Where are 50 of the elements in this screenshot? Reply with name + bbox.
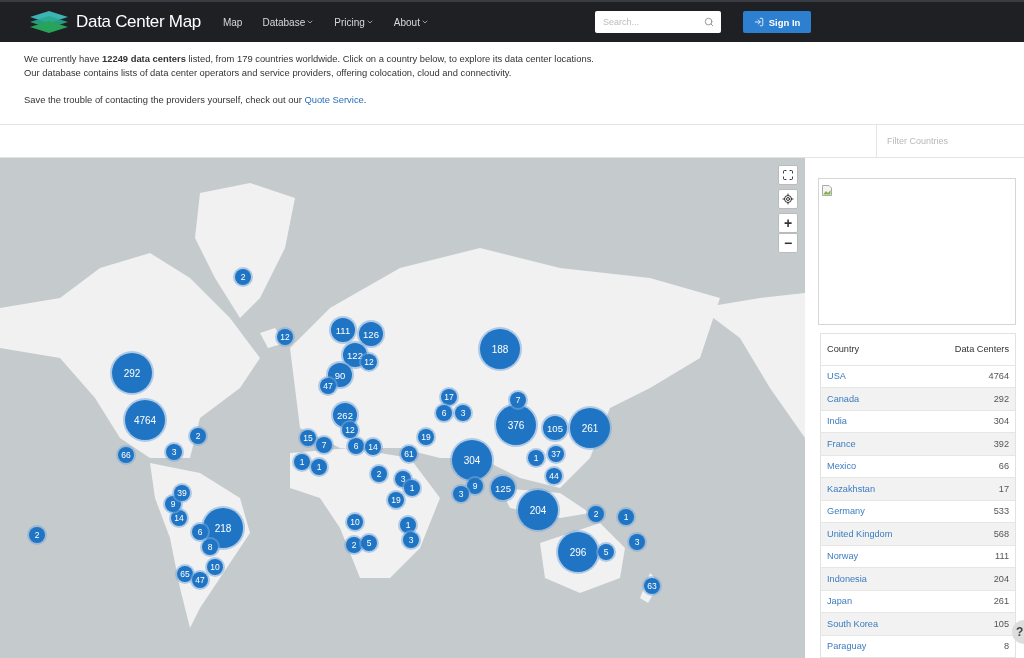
count-cell: 4764 [988, 371, 1009, 382]
intro-text: Our database contains lists of data center operators and service providers, offering colocation, cloud and connectivity. [24, 66, 513, 80]
fullscreen-button[interactable] [778, 165, 798, 185]
count-cell: 66 [998, 461, 1009, 472]
country-link[interactable]: USA [827, 371, 846, 382]
count-cell: 392 [993, 438, 1009, 449]
cluster-marker[interactable]: 9 [467, 478, 483, 494]
count-cell: 204 [993, 573, 1009, 584]
crosshair-icon [782, 193, 794, 205]
country-link[interactable]: Kazakhstan [827, 483, 875, 494]
sign-in-icon [753, 17, 764, 27]
intro-text: We currently have 12249 data centers listed, from 179 countries worldwide. Click on a country below, to explore its data center locations. [24, 52, 595, 66]
country-link[interactable]: South Korea [827, 618, 879, 629]
count-cell: 304 [993, 416, 1009, 427]
nav-link[interactable]: Map [222, 16, 243, 28]
country-link[interactable]: Norway [827, 551, 859, 562]
sign-in-button[interactable]: Sign In [743, 11, 811, 33]
country-link[interactable]: France [827, 438, 856, 449]
zoom-out-button[interactable]: − [778, 233, 798, 253]
country-link[interactable]: India [827, 416, 847, 427]
column-header: Country [827, 344, 860, 354]
search-field[interactable]: Search... [595, 11, 721, 33]
country-link[interactable]: Canada [827, 393, 860, 404]
fullscreen-icon [782, 169, 794, 181]
quote-service-link[interactable]: Quote Service [304, 94, 364, 105]
count-cell: 533 [993, 506, 1009, 517]
count-cell: 292 [993, 393, 1009, 404]
search-icon [704, 17, 714, 27]
count-cell: 261 [993, 596, 1009, 607]
cluster-marker[interactable]: 47 [192, 572, 208, 588]
column-header: Data Centers [954, 344, 1009, 354]
broken-image-icon [822, 185, 832, 196]
nav-link[interactable]: Pricing [334, 16, 374, 28]
country-link[interactable]: Indonesia [827, 573, 867, 584]
zoom-in-button[interactable]: + [778, 213, 798, 233]
locate-button[interactable] [778, 189, 798, 209]
country-link[interactable]: Germany [827, 506, 865, 517]
count-cell: 8 [1003, 641, 1009, 652]
country-link[interactable]: United Kingdom [827, 528, 893, 539]
country-link[interactable]: Mexico [827, 461, 857, 472]
count-cell: 111 [995, 551, 1009, 562]
nav-link[interactable]: Database [262, 16, 315, 28]
quote-text: Save the trouble of contacting the providers yourself, check out our Quote Service. [24, 93, 368, 107]
country-link[interactable]: Japan [827, 596, 853, 607]
nav-link[interactable]: About [393, 16, 429, 28]
count-cell: 568 [993, 528, 1009, 539]
country-link[interactable]: Paraguay [827, 641, 867, 652]
count-cell: 105 [993, 618, 1009, 629]
logo-text[interactable]: Data Center Map [76, 12, 201, 32]
count-cell: 17 [998, 483, 1009, 494]
